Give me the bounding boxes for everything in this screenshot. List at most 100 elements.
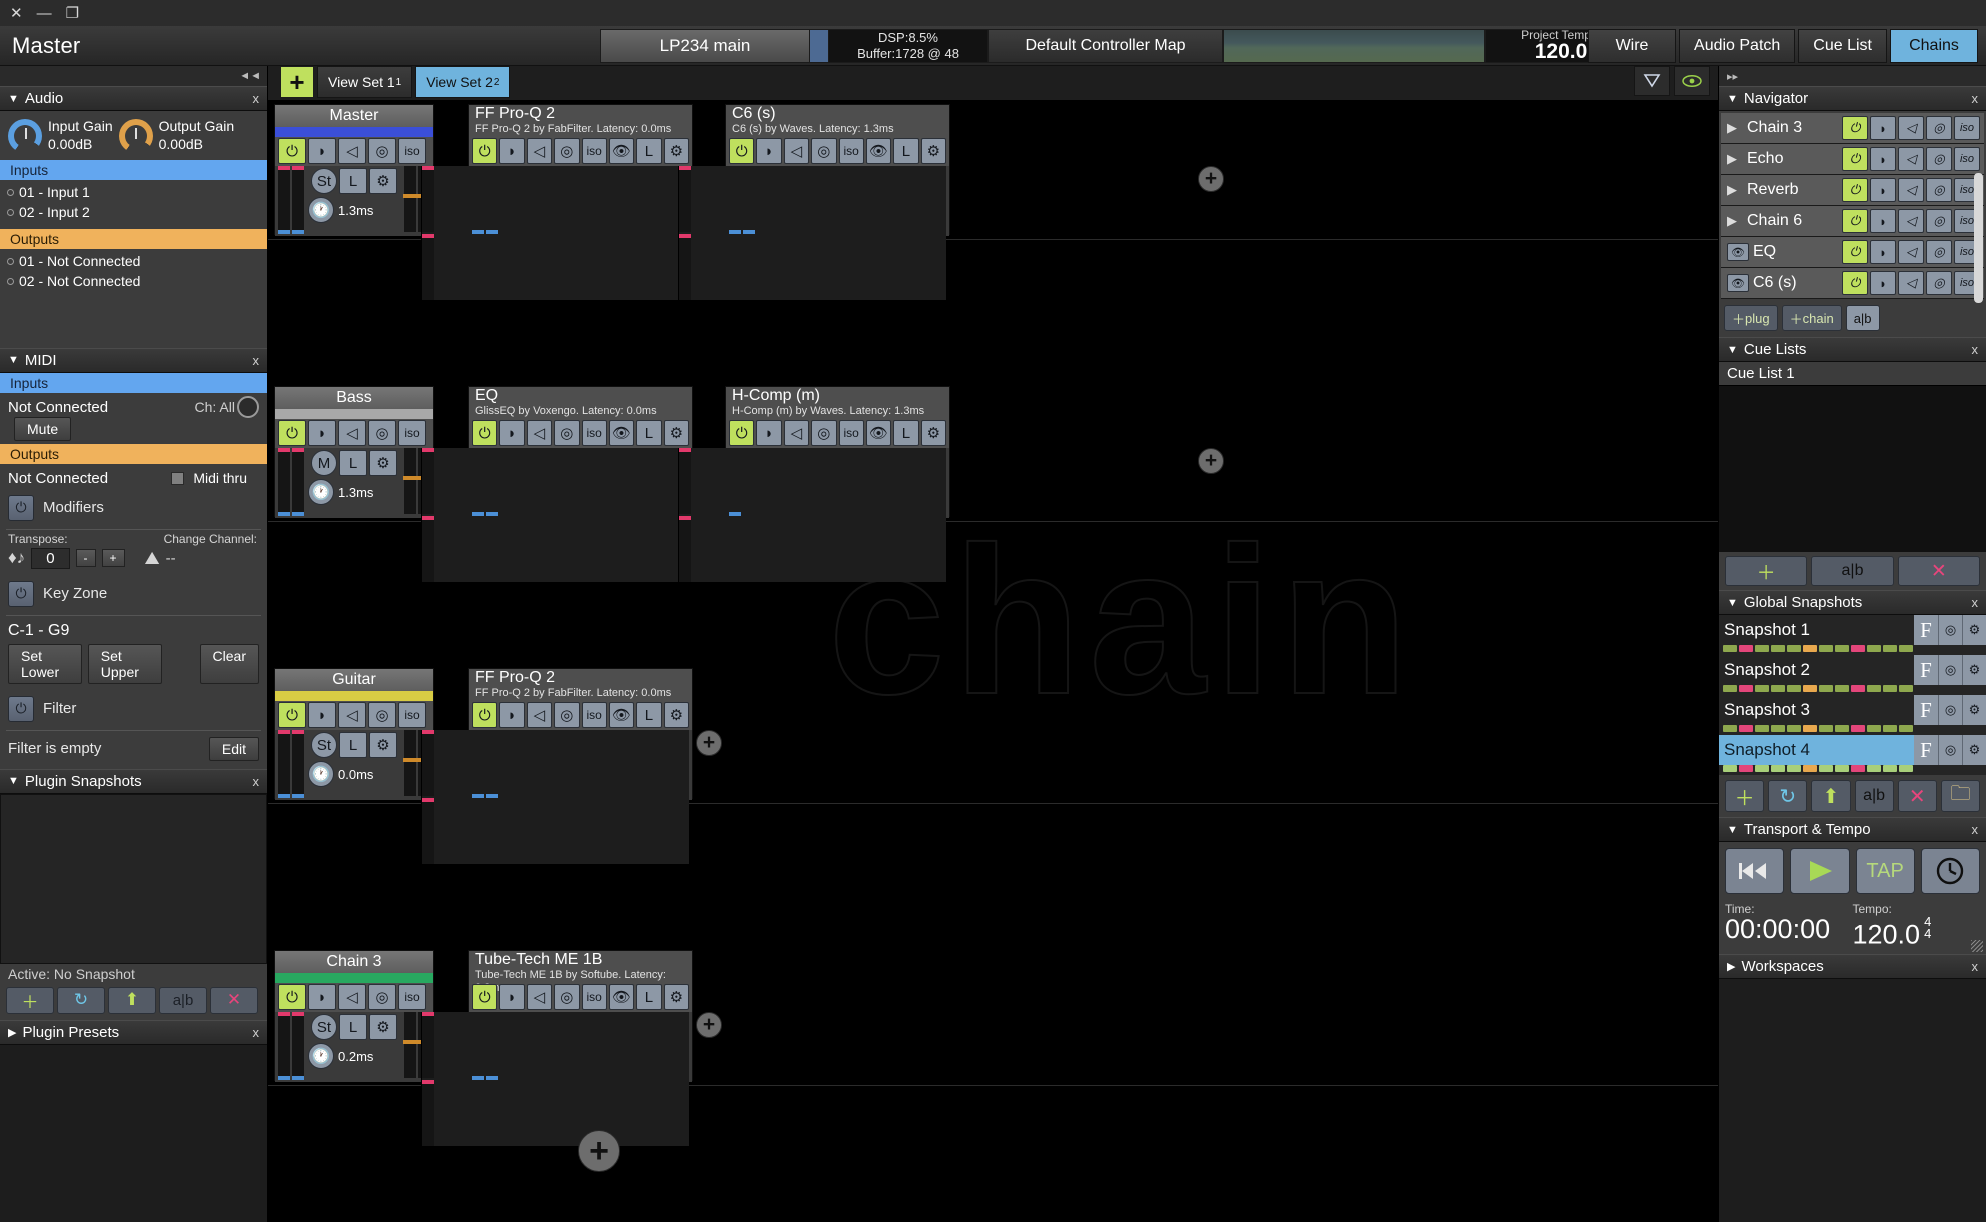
mute-icon[interactable]: ◁ <box>1898 209 1924 233</box>
headphones-icon[interactable]: ◎ <box>1926 116 1952 140</box>
iso-button[interactable]: iso <box>398 138 426 164</box>
plugin-slot[interactable]: FF Pro-Q 2 FF Pro-Q 2 by FabFilter. Late… <box>421 104 693 300</box>
iso-button[interactable]: iso <box>1954 147 1980 171</box>
headphones-icon[interactable]: ◎ <box>1938 695 1962 725</box>
bypass-icon[interactable]: ◗ <box>499 984 525 1010</box>
delete-icon[interactable]: ✕ <box>210 986 258 1014</box>
mute-icon[interactable]: ◁ <box>526 984 553 1010</box>
gear-icon[interactable]: ⚙ <box>663 138 689 164</box>
learn-icon[interactable]: L <box>893 138 919 164</box>
eye-icon[interactable]: 👁 <box>865 420 892 446</box>
gear-icon[interactable]: ⚙ <box>369 732 397 758</box>
section-header-plugin-snapshots[interactable]: ▼ Plugin Snapshots x <box>0 768 267 794</box>
eye-icon[interactable]: 👁 <box>865 138 892 164</box>
section-header-midi[interactable]: ▼ MIDI x <box>0 347 267 373</box>
mute-icon[interactable]: ◁ <box>1898 240 1924 264</box>
right-collapse-button[interactable]: ▸▸ <box>1719 66 1986 86</box>
rename-icon[interactable]: a|b <box>159 986 207 1014</box>
headphones-icon[interactable]: ◎ <box>368 420 396 446</box>
plugin-slot[interactable]: H-Comp (m) H-Comp (m) by Waves. Latency:… <box>678 386 950 582</box>
tab-chains[interactable]: Chains <box>1890 29 1978 63</box>
headphones-icon[interactable]: ◎ <box>1926 209 1952 233</box>
tab-audio-patch[interactable]: Audio Patch <box>1679 29 1796 63</box>
delete-icon[interactable]: ✕ <box>1897 780 1937 812</box>
chevron-right-icon[interactable]: ▶ <box>1727 182 1747 198</box>
workspaces-close-icon[interactable]: x <box>1972 959 1979 974</box>
add-chain-button[interactable]: + <box>578 1130 620 1172</box>
mute-icon[interactable]: ◁ <box>338 420 366 446</box>
mute-icon[interactable]: ◁ <box>1898 147 1924 171</box>
transpose-decrement-button[interactable]: - <box>75 549 96 567</box>
filter-down-icon[interactable] <box>1634 66 1670 96</box>
filter-row[interactable]: ⏻ Filter <box>0 690 267 728</box>
iso-button[interactable]: iso <box>398 702 426 728</box>
chain-color-bar[interactable] <box>275 691 433 701</box>
power-icon[interactable]: ⏻ <box>278 984 306 1010</box>
power-icon[interactable]: ⏻ <box>8 494 34 521</box>
power-icon[interactable]: ⏻ <box>8 695 34 722</box>
mute-icon[interactable]: ◁ <box>526 138 553 164</box>
snapshot-row[interactable]: Snapshot 3 F ◎ ⚙ <box>1719 695 1986 735</box>
export-icon[interactable]: ⬆ <box>1811 780 1851 812</box>
power-icon[interactable]: ⏻ <box>1842 116 1868 140</box>
power-icon[interactable]: ⏻ <box>1842 209 1868 233</box>
power-icon[interactable]: ⏻ <box>472 420 498 446</box>
plugin-slot[interactable]: Tube-Tech ME 1B Tube-Tech ME 1B by Softu… <box>421 950 693 1146</box>
list-item[interactable]: 01 - Not Connected <box>0 252 267 272</box>
list-item[interactable]: 02 - Not Connected <box>0 272 267 292</box>
gear-icon[interactable]: ⚙ <box>1962 695 1986 725</box>
power-icon[interactable]: ⏻ <box>472 702 498 728</box>
resize-handle[interactable] <box>1971 940 1983 953</box>
cue-list-item[interactable]: Cue List 1 <box>1719 362 1986 386</box>
mute-icon[interactable]: ◁ <box>338 984 366 1010</box>
midi-activity-knob[interactable] <box>237 396 259 418</box>
midi-input-row[interactable]: Not Connected Ch: All <box>0 393 267 418</box>
gear-icon[interactable]: ⚙ <box>663 420 689 446</box>
learn-icon[interactable]: L <box>636 702 662 728</box>
eye-icon[interactable]: 👁 <box>608 138 635 164</box>
power-icon[interactable]: ⏻ <box>1842 271 1868 295</box>
section-header-navigator[interactable]: ▼ Navigator x <box>1719 86 1986 111</box>
plugin-presets-close-icon[interactable]: x <box>253 1025 260 1040</box>
navigator-row-chain6[interactable]: ▶ Chain 6 ⏻ ◗ ◁ ◎ iso <box>1721 206 1984 237</box>
rename-icon[interactable]: a|b <box>1854 780 1894 812</box>
learn-icon[interactable]: L <box>893 420 919 446</box>
transport-close-icon[interactable]: x <box>1972 822 1979 837</box>
gear-icon[interactable]: ⚙ <box>369 450 397 476</box>
gear-icon[interactable]: ⚙ <box>663 984 689 1010</box>
level-icon[interactable]: L <box>339 450 367 476</box>
headphones-icon[interactable]: ◎ <box>368 702 396 728</box>
chevron-right-icon[interactable]: ▶ <box>1727 213 1747 229</box>
bypass-icon[interactable]: ◗ <box>756 138 782 164</box>
bypass-icon[interactable]: ◗ <box>1870 209 1896 233</box>
plugin-slot[interactable]: C6 (s) C6 (s) by Waves. Latency: 1.3ms ⏻… <box>678 104 950 300</box>
eye-icon[interactable]: 👁 <box>608 702 635 728</box>
add-icon[interactable]: ＋ <box>1725 556 1808 586</box>
iso-button[interactable]: iso <box>581 702 607 728</box>
mono-icon[interactable]: M <box>311 450 337 476</box>
headphones-icon[interactable]: ◎ <box>1926 178 1952 202</box>
bypass-icon[interactable]: ◗ <box>1870 178 1896 202</box>
add-icon[interactable]: ＋ <box>6 986 54 1014</box>
navigator-row-echo[interactable]: ▶ Echo ⏻ ◗ ◁ ◎ iso <box>1721 144 1984 175</box>
chevron-right-icon[interactable]: ▶ <box>1727 151 1747 167</box>
eye-icon[interactable]: 👁 <box>608 420 635 446</box>
level-icon[interactable]: L <box>339 168 367 194</box>
bypass-icon[interactable]: ◗ <box>1870 271 1896 295</box>
bypass-icon[interactable]: ◗ <box>499 420 525 446</box>
snapshot-row[interactable]: Snapshot 1 F ◎ ⚙ <box>1719 615 1986 655</box>
headphones-icon[interactable]: ◎ <box>554 702 580 728</box>
rename-icon[interactable]: a|b <box>1811 556 1894 586</box>
power-icon[interactable]: ⏻ <box>1842 178 1868 202</box>
rename-icon[interactable]: a|b <box>1845 305 1880 331</box>
mute-icon[interactable]: ◁ <box>338 138 366 164</box>
bypass-icon[interactable]: ◗ <box>499 138 525 164</box>
tab-cue-list[interactable]: Cue List <box>1798 29 1887 63</box>
mute-icon[interactable]: ◁ <box>783 420 810 446</box>
bypass-icon[interactable]: ◗ <box>1870 240 1896 264</box>
power-icon[interactable]: ⏻ <box>472 138 498 164</box>
modifiers-row[interactable]: ⏻ Modifiers <box>0 489 267 527</box>
list-item[interactable]: 01 - Input 1 <box>0 183 267 203</box>
gear-icon[interactable]: ⚙ <box>369 1014 397 1040</box>
snapshot-fade-flag[interactable]: F <box>1914 695 1938 725</box>
